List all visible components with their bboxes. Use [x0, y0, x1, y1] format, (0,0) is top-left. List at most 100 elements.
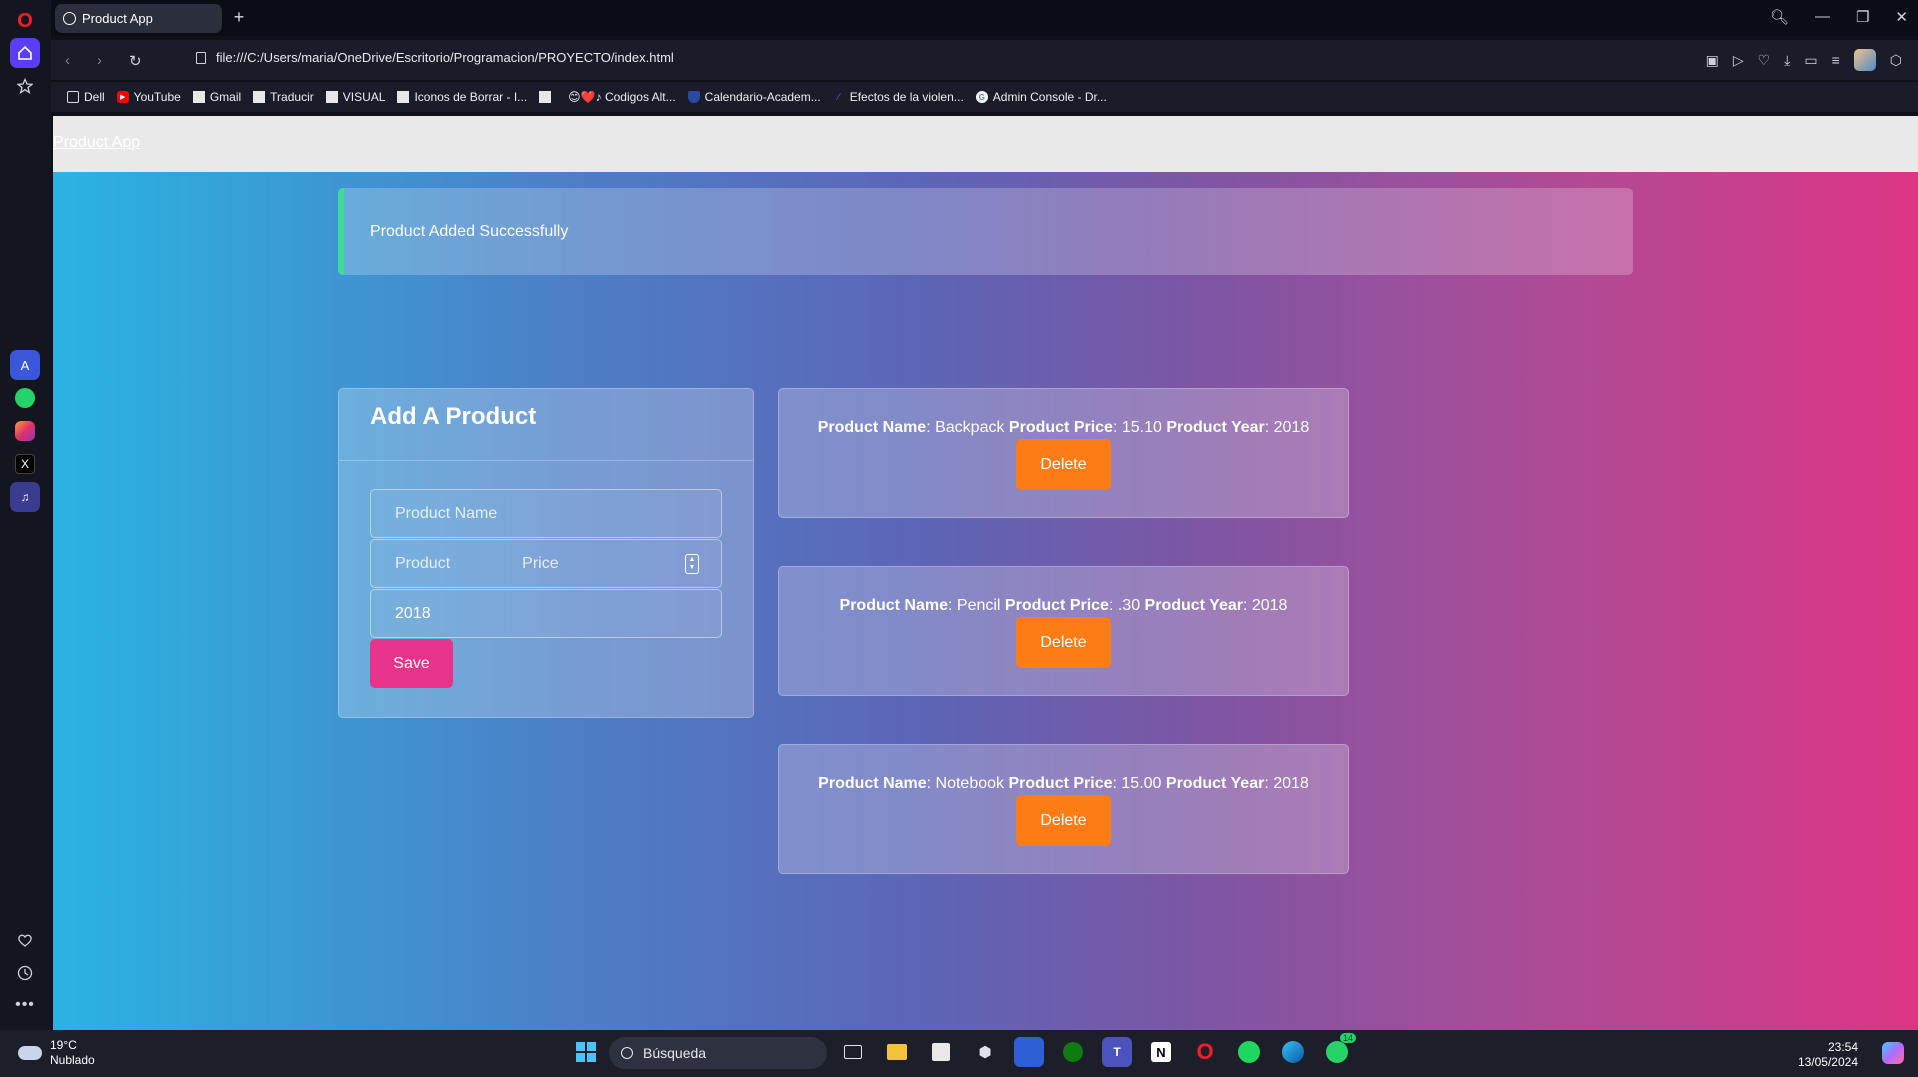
delete-button[interactable]: Delete [1016, 795, 1111, 846]
forward-icon[interactable]: › [97, 52, 102, 69]
add-product-form: Product Name Product Price ▲ ▼ 2018 Save [339, 461, 753, 716]
bookmark-iconos-de-borrar[interactable]: Iconos de Borrar - I... [397, 90, 527, 104]
product-name-label: Product Name [839, 597, 948, 614]
new-tab-button[interactable]: + [229, 8, 249, 28]
opera-logo-icon[interactable]: O [10, 6, 40, 36]
opera-taskbar-icon[interactable]: O [1190, 1037, 1220, 1067]
download-icon[interactable]: ⤓ [1784, 52, 1790, 69]
task-view-icon[interactable] [838, 1037, 868, 1067]
music-player-icon[interactable]: ♫ [10, 482, 40, 512]
star-icon[interactable] [10, 71, 40, 101]
product-name: Notebook [935, 775, 1005, 792]
tab-product-app[interactable]: Product App [55, 4, 222, 33]
teams-icon[interactable]: T [1102, 1037, 1132, 1067]
spotify-icon[interactable] [1234, 1037, 1264, 1067]
cloud-icon [18, 1046, 42, 1060]
taskbar-search[interactable]: Búsqueda [609, 1037, 827, 1069]
reload-icon[interactable]: ↻ [129, 52, 142, 70]
bookmark-untitled[interactable] [539, 91, 556, 103]
product-name-placeholder: Product Name [395, 504, 498, 522]
shield-icon [687, 91, 700, 103]
search-icon [621, 1047, 633, 1059]
bookmark-admin-console[interactable]: G Admin Console - Dr... [975, 90, 1107, 104]
product-card: Product Name: Backpack Product Price: 15… [778, 388, 1349, 518]
profile-avatar[interactable] [1853, 49, 1876, 71]
bookmark-codigos-alt[interactable]: 😊❤️♪ Codigos Alt... [568, 90, 676, 104]
product-year: 2018 [1251, 597, 1288, 614]
bookmark-visual[interactable]: VISUAL [325, 90, 385, 104]
product-year-input[interactable]: 2018 [370, 589, 722, 638]
success-alert: Product Added Successfully [338, 188, 1633, 275]
heart-outline-icon[interactable]: ♡ [1758, 52, 1771, 69]
aria-icon[interactable]: A [10, 350, 40, 380]
instagram-icon[interactable] [10, 416, 40, 446]
heart-icon[interactable] [10, 925, 40, 955]
more-icon[interactable]: ••• [10, 990, 40, 1020]
url-field[interactable]: file:///C:/Users/maria/OneDrive/Escritor… [196, 50, 674, 65]
notion-icon[interactable]: N [1146, 1037, 1176, 1067]
product-info: Product Name: Notebook Product Price: 15… [818, 775, 1309, 792]
play-icon[interactable]: ▷ [1733, 52, 1744, 69]
tab-bar: Product App + 🔍︎ — ❐ ✕ [51, 0, 1918, 36]
bookmark-youtube[interactable]: ▶ YouTube [116, 90, 181, 104]
close-icon[interactable]: ✕ [1895, 8, 1908, 26]
home-icon[interactable] [10, 38, 40, 68]
clock-time: 23:54 [1827, 1040, 1858, 1054]
microsoft-store-icon[interactable] [926, 1037, 956, 1067]
windows-start-icon[interactable] [571, 1037, 601, 1067]
history-icon[interactable] [10, 958, 40, 988]
restore-icon[interactable]: ❐ [1856, 8, 1869, 26]
menu-icon[interactable]: ≡ [1832, 52, 1840, 68]
bookmark-gmail[interactable]: Gmail [192, 90, 241, 104]
product-price-input[interactable]: Product Price ▲ ▼ [370, 539, 722, 588]
brand-link[interactable]: Product App [53, 134, 140, 152]
file-explorer-icon[interactable] [882, 1037, 912, 1067]
delete-button[interactable]: Delete [1016, 617, 1111, 668]
product-year: 2018 [1273, 419, 1310, 436]
extensions-icon[interactable]: ⬡ [1890, 52, 1902, 69]
product-name-input[interactable]: Product Name [370, 489, 722, 538]
visual-studio-icon[interactable] [1014, 1037, 1044, 1067]
page-icon [192, 91, 205, 103]
camera-icon[interactable]: ▣ [1706, 52, 1719, 69]
product-price-label: Product Price [1008, 775, 1113, 792]
card-title: Add A Product [339, 389, 753, 461]
back-icon[interactable]: ‹ [65, 52, 70, 69]
product-info: Product Name: Backpack Product Price: 15… [817, 419, 1310, 436]
product-price: 15.10 [1121, 419, 1162, 436]
price-placeholder-left: Product [395, 554, 451, 572]
whatsapp-taskbar-icon[interactable]: 14 [1322, 1033, 1356, 1067]
bookmarks-bar: Dell ▶ YouTube Gmail Traducir VISUAL Icon… [51, 82, 1918, 112]
folder-icon [67, 91, 79, 103]
product-price: 15.00 [1121, 775, 1162, 792]
product-name: Pencil [956, 597, 1001, 614]
copilot-icon[interactable] [1882, 1042, 1904, 1064]
url-text[interactable]: file:///C:/Users/maria/OneDrive/Escritor… [216, 50, 674, 65]
system-clock[interactable]: 23:54 13/05/2024 [1798, 1040, 1858, 1070]
whatsapp-icon[interactable] [10, 383, 40, 413]
number-spinner-icon[interactable]: ▲ ▼ [685, 553, 699, 574]
youtube-icon: ▶ [116, 91, 129, 103]
save-button[interactable]: Save [370, 639, 453, 688]
xbox-icon[interactable] [1058, 1037, 1088, 1067]
delete-button[interactable]: Delete [1016, 439, 1111, 490]
page-icon [253, 91, 266, 103]
x-twitter-icon[interactable]: X [10, 449, 40, 479]
bookmark-efectos-de-la-violencia[interactable]: ∕ Efectos de la violen... [833, 90, 964, 104]
taskbar-apps: ⬢ T N O 14 [838, 1033, 1356, 1067]
bookmark-calendario-academico[interactable]: Calendario-Academ... [687, 90, 821, 104]
tag-icon[interactable]: ▭ [1804, 52, 1817, 69]
edge-icon[interactable] [1278, 1037, 1308, 1067]
bookmark-dell[interactable]: Dell [67, 90, 105, 104]
unity-icon[interactable]: ⬢ [970, 1037, 1000, 1067]
add-product-card: Add A Product Product Name Product Price… [338, 388, 754, 718]
weather-widget[interactable]: 19°C Nublado [18, 1038, 95, 1068]
navbar: Product App [53, 116, 1918, 172]
weather-desc: Nublado [50, 1053, 95, 1067]
product-name-label: Product Name [818, 775, 927, 792]
bookmark-traducir[interactable]: Traducir [253, 90, 314, 104]
feather-icon: ∕ [837, 91, 840, 103]
alert-message: Product Added Successfully [370, 222, 569, 240]
minimize-icon[interactable]: — [1815, 8, 1830, 26]
search-tabs-icon[interactable]: 🔍︎ [1770, 8, 1789, 26]
